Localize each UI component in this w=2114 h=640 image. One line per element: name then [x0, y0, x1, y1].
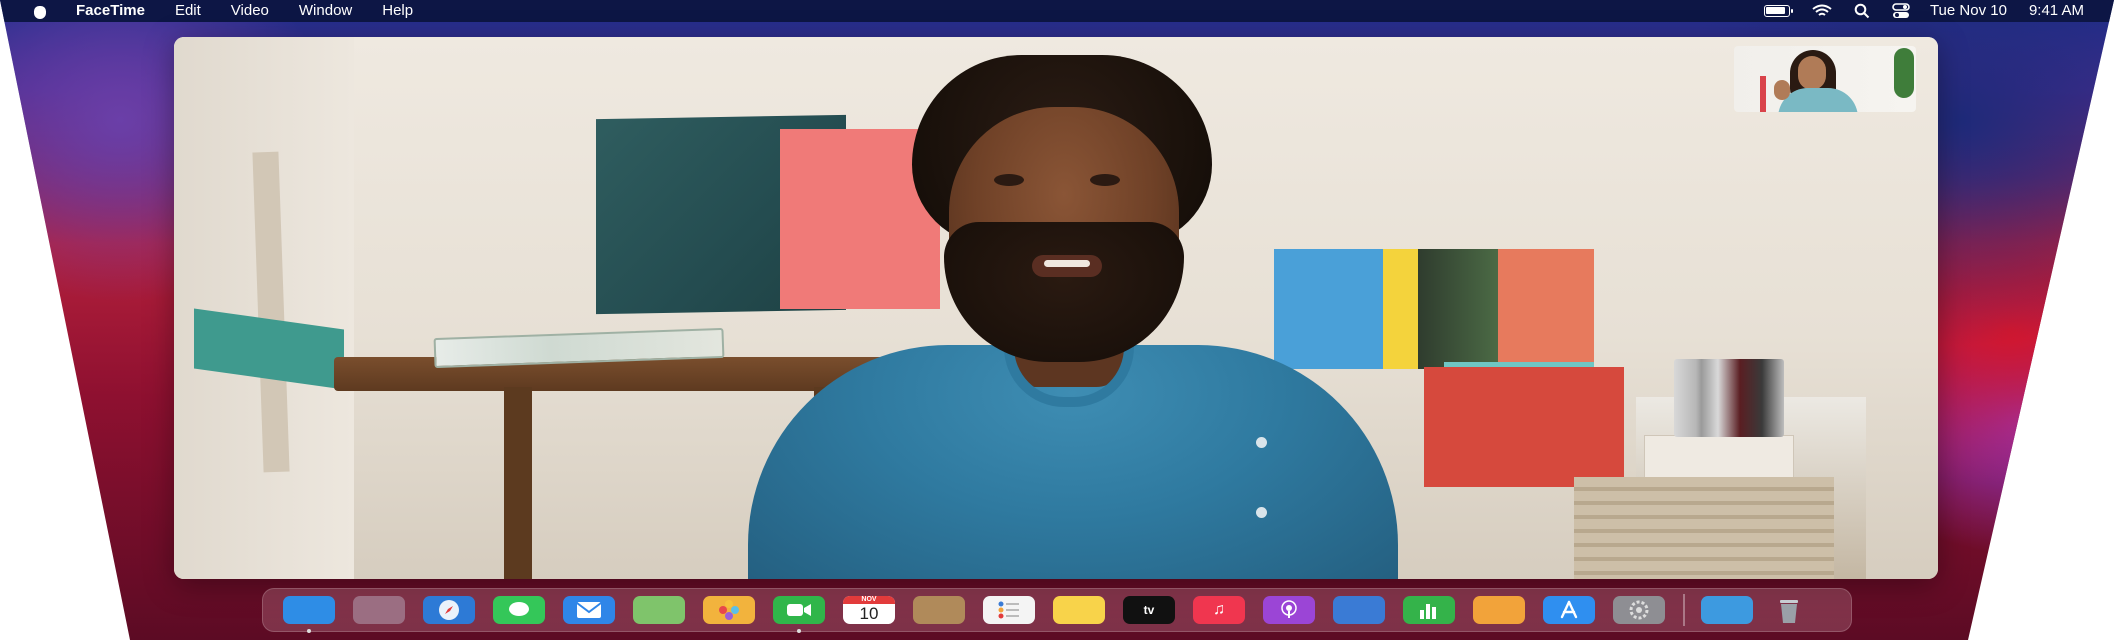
- dock-messages-icon[interactable]: [493, 596, 545, 624]
- facetime-call-video[interactable]: [174, 37, 1938, 579]
- dock-launchpad-icon[interactable]: [353, 596, 405, 624]
- dock-contacts-icon[interactable]: [913, 596, 965, 624]
- dock-app-store-icon[interactable]: [1543, 596, 1595, 624]
- control-center-icon[interactable]: [1892, 2, 1910, 19]
- dock-notes-icon[interactable]: [1053, 596, 1105, 624]
- dock-safari-icon[interactable]: [423, 596, 475, 624]
- status-area: Tue Nov 10 9:41 AM: [1763, 2, 2084, 19]
- dock-downloads-folder-icon[interactable]: [1701, 596, 1753, 624]
- dock-trash-icon[interactable]: [1771, 596, 1807, 624]
- desktop-wallpaper: FaceTime Edit Video Window Help Tue Nov …: [0, 0, 2114, 640]
- spray-cans: [1674, 359, 1784, 437]
- dock-finder-icon[interactable]: [283, 596, 335, 633]
- dock-maps-icon[interactable]: [633, 596, 685, 624]
- dock-numbers-icon[interactable]: [1403, 596, 1455, 624]
- spotlight-search-icon[interactable]: [1854, 3, 1870, 19]
- dock-system-preferences-icon[interactable]: [1613, 596, 1665, 624]
- dock: NOV 10 tv ♫: [262, 588, 1852, 633]
- dock-tv-icon[interactable]: tv: [1123, 596, 1175, 624]
- dock-mail-icon[interactable]: [563, 596, 615, 624]
- calendar-month: NOV: [843, 596, 895, 604]
- dock-music-icon[interactable]: ♫: [1193, 596, 1245, 624]
- wifi-icon[interactable]: [1812, 4, 1832, 18]
- menu-window[interactable]: Window: [299, 2, 352, 19]
- menu-video[interactable]: Video: [231, 2, 269, 19]
- menu-time[interactable]: 9:41 AM: [2029, 2, 2084, 19]
- dock-calendar-icon[interactable]: NOV 10: [843, 596, 895, 624]
- menu-help[interactable]: Help: [382, 2, 413, 19]
- menu-date[interactable]: Tue Nov 10: [1930, 2, 2007, 19]
- apple-logo-icon[interactable]: [32, 2, 48, 20]
- tv-label: tv: [1143, 603, 1155, 617]
- dock-keynote-icon[interactable]: [1333, 596, 1385, 624]
- dock-reminders-icon[interactable]: [983, 596, 1035, 624]
- battery-icon[interactable]: [1763, 4, 1793, 17]
- self-view-preview[interactable]: [1734, 46, 1916, 112]
- dock-pages-icon[interactable]: [1473, 596, 1525, 624]
- menu-bar-items: FaceTime Edit Video Window Help: [76, 2, 443, 19]
- dock-photos-icon[interactable]: [703, 596, 755, 624]
- menu-app-name[interactable]: FaceTime: [76, 2, 145, 19]
- calendar-day: 10: [859, 604, 879, 623]
- dock-podcasts-icon[interactable]: [1263, 596, 1315, 624]
- menu-bar: FaceTime Edit Video Window Help Tue Nov …: [0, 0, 2114, 22]
- menu-edit[interactable]: Edit: [175, 2, 201, 19]
- painting-abstract: [1274, 249, 1594, 369]
- dock-separator: [1683, 594, 1685, 626]
- dock-facetime-icon[interactable]: [773, 596, 825, 633]
